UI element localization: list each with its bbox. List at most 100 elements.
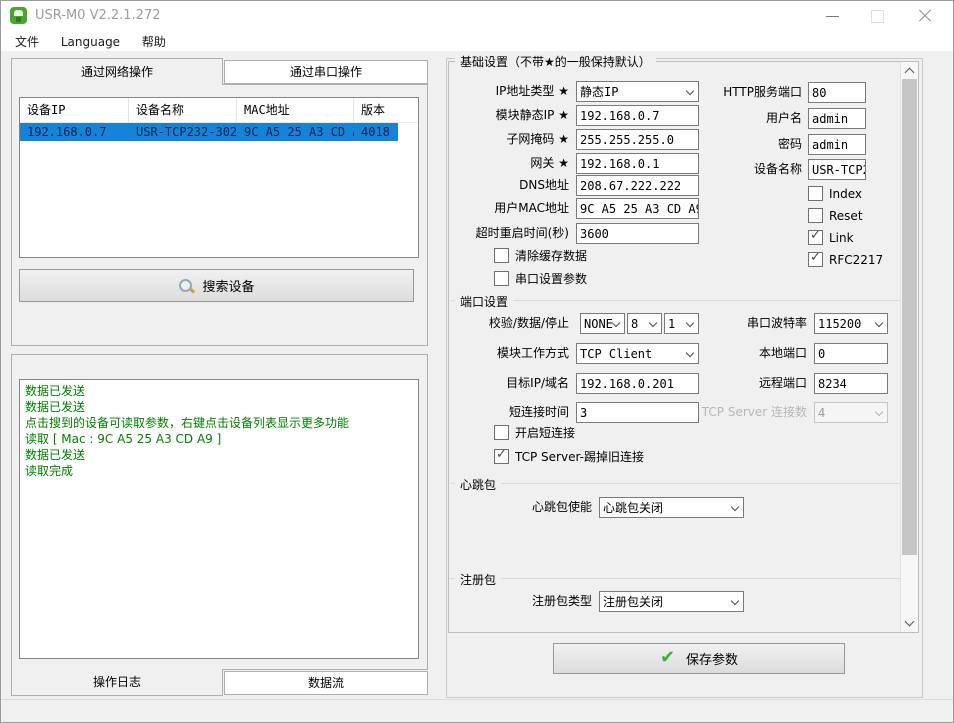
kick-old-checkbox[interactable]: TCP Server-踢掉旧连接 [494, 447, 644, 465]
log-line: 点击搜到的设备可读取参数，右键点击设备列表显示更多功能 [25, 416, 350, 430]
link-checkbox[interactable]: Link [808, 228, 854, 246]
rfc2217-checkbox[interactable]: RFC2217 [808, 250, 883, 268]
search-device-button[interactable]: 搜索设备 [19, 269, 414, 302]
work-mode-value: TCP Client [580, 347, 653, 361]
mac-input[interactable]: 9C A5 25 A3 CD A9 [576, 198, 699, 219]
col-device-ip: 设备IP [20, 98, 129, 122]
chevron-down-icon [874, 318, 884, 328]
tab-network-operation[interactable]: 通过网络操作 [11, 58, 223, 85]
app-window: USR-M0 V2.2.1.272 文件 Language 帮助 通过网络操作 … [0, 0, 954, 723]
short-conn-label: 开启短连接 [515, 426, 576, 440]
baud-rate-select[interactable]: 115200 [814, 313, 888, 334]
serial-params-checkbox[interactable]: 串口设置参数 [494, 271, 587, 287]
username-input[interactable]: admin [808, 108, 866, 129]
settings-scroll-area: 基础设置（不带★的一般保持默认） IP地址类型 ★ 静态IP 模块静态IP ★ … [448, 53, 919, 633]
maximize-button[interactable] [857, 1, 897, 31]
table-row[interactable]: 192.168.0.7 USR-TCP232-302 9C A5 25 A3 C… [20, 123, 398, 141]
cell-mac: 9C A5 25 A3 CD A9 [244, 125, 354, 139]
heartbeat-enable-value: 心跳包关闭 [603, 501, 664, 515]
timeout-input[interactable]: 3600 [576, 223, 699, 244]
status-bar [1, 699, 953, 722]
chevron-down-icon [730, 502, 740, 512]
http-port-label: HTTP服务端口 [723, 85, 802, 99]
short-conn-time-label: 短连接时间 [508, 405, 569, 419]
register-type-label: 注册包类型 [531, 594, 592, 608]
local-port-input[interactable]: 0 [814, 343, 888, 364]
chevron-down-icon [874, 407, 884, 417]
remote-port-label: 远程端口 [758, 376, 807, 390]
cell-device-name: USR-TCP232-302 [136, 125, 237, 139]
heartbeat-enable-label: 心跳包使能 [531, 500, 592, 514]
port-section-divider [450, 300, 900, 301]
operation-log[interactable]: 数据已发送 数据已发送 点击搜到的设备可读取参数，右键点击设备列表显示更多功能 … [19, 379, 419, 659]
heartbeat-section-title: 心跳包 [455, 476, 502, 493]
basic-section-title: 基础设置（不带★的一般保持默认） [455, 53, 656, 70]
window-title: USR-M0 V2.2.1.272 [35, 8, 161, 23]
menu-file[interactable]: 文件 [6, 31, 48, 52]
close-button[interactable] [905, 1, 945, 31]
menu-language[interactable]: Language [52, 33, 129, 51]
index-label: Index [829, 187, 863, 201]
dns-label: DNS地址 [519, 178, 569, 192]
http-port-input[interactable]: 80 [808, 82, 866, 103]
device-table-header: 设备IP 设备名称 MAC地址 版本 [20, 98, 418, 123]
parity-select[interactable]: NONE [580, 313, 625, 334]
app-logo-icon [10, 7, 27, 24]
checkbox-icon [494, 248, 509, 263]
remote-port-input[interactable]: 8234 [814, 373, 888, 394]
log-line: 数据已发送 [25, 400, 86, 414]
log-line: 数据已发送 [25, 384, 86, 398]
tab-data-stream[interactable]: 数据流 [224, 671, 428, 695]
save-params-label: 保存参数 [685, 653, 738, 668]
short-conn-checkbox[interactable]: 开启短连接 [494, 425, 575, 441]
parity-label: 校验/数据/停止 [488, 316, 569, 330]
checkbox-icon [808, 228, 823, 245]
checkbox-icon [808, 250, 823, 267]
checkbox-icon [808, 208, 823, 223]
link-label: Link [829, 231, 854, 245]
index-checkbox[interactable]: Index [808, 186, 862, 202]
settings-scrollbar[interactable] [900, 62, 918, 632]
reset-checkbox[interactable]: Reset [808, 208, 863, 224]
password-input[interactable]: admin [808, 134, 866, 155]
max-conn-value: 4 [818, 406, 826, 420]
baud-rate-label: 串口波特率 [746, 316, 807, 330]
serial-params-label: 串口设置参数 [515, 272, 588, 286]
port-section-title: 端口设置 [455, 293, 514, 310]
heartbeat-section-divider [450, 483, 900, 484]
cell-version: 4018 [361, 125, 390, 139]
max-conn-select: 4 [814, 402, 888, 423]
username-label: 用户名 [765, 111, 802, 125]
register-section-divider [450, 578, 900, 579]
heartbeat-enable-select[interactable]: 心跳包关闭 [599, 497, 744, 518]
minimize-button[interactable] [813, 1, 853, 31]
ip-type-label: IP地址类型 ★ [495, 84, 569, 98]
reset-label: Reset [829, 209, 863, 223]
device-name-input[interactable]: USR-TCP23 [808, 159, 866, 180]
chevron-down-icon [611, 318, 621, 328]
log-line: 读取 [ Mac : 9C A5 25 A3 CD A9 ] [25, 432, 222, 446]
kick-old-label: TCP Server-踢掉旧连接 [515, 450, 644, 464]
checkbox-icon [494, 425, 509, 440]
chevron-down-icon [730, 596, 740, 606]
col-device-name: 设备名称 [129, 98, 237, 122]
local-port-label: 本地端口 [758, 346, 807, 360]
col-mac: MAC地址 [237, 98, 354, 122]
tab-operation-log[interactable]: 操作日志 [11, 669, 223, 696]
title-bar: USR-M0 V2.2.1.272 [1, 1, 953, 31]
static-ip-label: 模块静态IP ★ [495, 108, 569, 122]
menu-bar: 文件 Language 帮助 [1, 31, 953, 51]
scrollbar-thumb[interactable] [902, 79, 917, 555]
tab-serial-operation[interactable]: 通过串口操作 [224, 60, 428, 84]
gateway-label: 网关 ★ [530, 156, 569, 170]
device-name-label: 设备名称 [753, 162, 802, 176]
search-icon [178, 278, 194, 294]
register-type-select[interactable]: 注册包关闭 [599, 591, 744, 612]
scroll-up-icon[interactable] [901, 62, 918, 79]
clear-cache-checkbox[interactable]: 清除缓存数据 [494, 248, 587, 264]
menu-help[interactable]: 帮助 [133, 31, 175, 52]
save-params-button[interactable]: 保存参数 [553, 643, 845, 674]
scroll-down-icon[interactable] [901, 615, 918, 632]
parity-value: NONE [584, 317, 613, 331]
cell-device-ip: 192.168.0.7 [27, 125, 107, 139]
